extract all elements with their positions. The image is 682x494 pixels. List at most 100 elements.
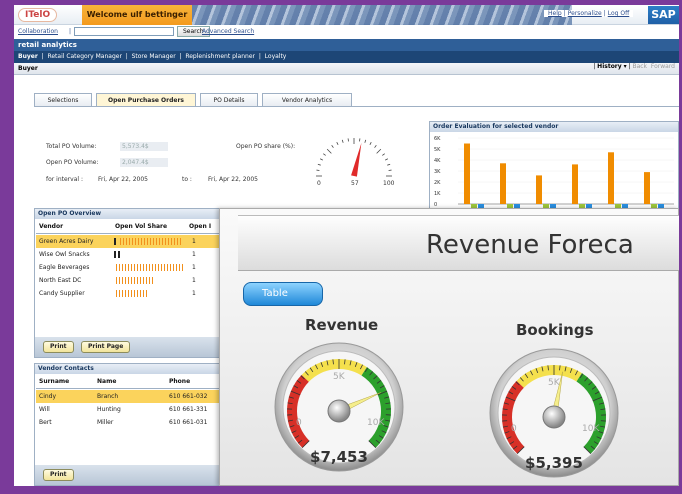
vendor-name: North East DC bbox=[39, 277, 82, 284]
vendor-contacts-panel: Vendor Contacts Surname Name Phone Cindy… bbox=[34, 363, 234, 486]
overview-button-bar: Print Print Page bbox=[35, 337, 233, 357]
search-row: Collaboration | Search Advanced Search bbox=[14, 25, 679, 39]
vendor-name: Candy Supplier bbox=[39, 290, 85, 297]
welcome-banner: Welcome ulf bettinger bbox=[82, 5, 192, 25]
open-vol-share-bar-dark bbox=[114, 251, 123, 258]
total-po-label: Total PO Volume: bbox=[46, 143, 97, 150]
y-tick-label: 2K bbox=[434, 180, 441, 186]
gauge-tick bbox=[369, 141, 372, 145]
open-count: 1 bbox=[192, 251, 196, 258]
open-po-overview-title: Open PO Overview bbox=[35, 209, 233, 219]
contact-row[interactable]: Bert Miller 610 661-031 bbox=[36, 416, 232, 429]
gauge-tick bbox=[331, 145, 334, 148]
contact-phone: 610 661-032 bbox=[169, 393, 208, 400]
vendor-name: Eagle Beverages bbox=[39, 264, 90, 271]
y-tick-label: 5K bbox=[434, 147, 441, 153]
header-decoration bbox=[192, 5, 572, 25]
bookings-gauge: 0 5K 10K $5,395 bbox=[489, 348, 619, 478]
personalize-link[interactable]: Personalize bbox=[568, 10, 602, 17]
revenue-gauge-mid: 5K bbox=[333, 372, 346, 382]
contact-surname: Will bbox=[39, 406, 50, 413]
dashboard-title: Revenue Foreca bbox=[426, 230, 634, 260]
role-nav: Buyer | Retail Category Manager | Store … bbox=[14, 51, 679, 63]
contact-phone: 610 661-331 bbox=[169, 406, 208, 413]
search-input[interactable] bbox=[74, 27, 174, 36]
print-button[interactable]: Print bbox=[43, 341, 74, 353]
open-count: 1 bbox=[192, 264, 196, 271]
contact-surname: Cindy bbox=[39, 393, 57, 400]
page-title-bar: Buyer | History ▾ | Back Forward bbox=[14, 63, 679, 75]
vendor-name: Green Acres Dairy bbox=[39, 238, 94, 245]
gauge-tick bbox=[382, 153, 385, 156]
tab-open-purchase-orders[interactable]: Open Purchase Orders bbox=[96, 93, 196, 107]
vendor-contacts-title: Vendor Contacts bbox=[35, 364, 233, 374]
header-divider bbox=[36, 233, 232, 234]
total-po-value: 5,573.4$ bbox=[120, 142, 168, 151]
gauge-tick bbox=[385, 158, 389, 161]
contacts-header-divider bbox=[36, 388, 232, 389]
table-row[interactable]: North East DC 1 bbox=[36, 274, 232, 287]
col-surname: Surname bbox=[39, 378, 70, 385]
open-po-share-label: Open PO share (%): bbox=[236, 143, 296, 150]
tab-vendor-analytics[interactable]: Vendor Analytics bbox=[262, 93, 352, 107]
bar-1 bbox=[464, 143, 470, 204]
revenue-forecast-dashboard: Revenue Foreca Table Revenue Bookings 0 … bbox=[219, 208, 679, 486]
gauge-tick bbox=[319, 158, 323, 161]
sap-logo: SAP bbox=[648, 6, 679, 24]
contacts-button-bar: Print bbox=[35, 465, 233, 485]
history-link[interactable]: History bbox=[597, 63, 622, 70]
history-nav: | History ▾ | Back Forward bbox=[593, 63, 675, 70]
tab-po-details[interactable]: PO Details bbox=[200, 93, 258, 107]
contact-name: Miller bbox=[97, 419, 114, 426]
nav-item-store-manager[interactable]: Store Manager bbox=[132, 53, 176, 60]
app-title: retail analytics bbox=[14, 39, 679, 51]
table-row[interactable]: Eagle Beverages 1 bbox=[36, 261, 232, 274]
tab-selections[interactable]: Selections bbox=[34, 93, 92, 107]
col-open: Open I bbox=[189, 223, 212, 230]
gauge-min-label: 0 bbox=[317, 180, 321, 187]
help-link[interactable]: Help bbox=[548, 10, 562, 17]
revenue-gauge: 0 5K 10K $7,453 bbox=[274, 342, 404, 472]
dashboard-header: Revenue Foreca bbox=[238, 215, 679, 271]
col-name: Name bbox=[97, 378, 117, 385]
tab-underline bbox=[34, 106, 679, 107]
gauge-tick bbox=[323, 153, 326, 156]
open-count: 1 bbox=[192, 238, 196, 245]
interval-to-label: to : bbox=[182, 176, 192, 183]
contact-row[interactable]: Will Hunting 610 661-331 bbox=[36, 403, 232, 416]
contacts-print-button[interactable]: Print bbox=[43, 469, 74, 481]
gauge-tick bbox=[376, 148, 382, 154]
table-button[interactable]: Table bbox=[243, 282, 323, 306]
nav-item-loyalty[interactable]: Loyalty bbox=[265, 53, 287, 60]
table-row[interactable]: Green Acres Dairy 1 bbox=[36, 235, 232, 248]
vendor-name: Wise Owl Snacks bbox=[39, 251, 90, 258]
logoff-link[interactable]: Log Off bbox=[608, 10, 629, 17]
nav-item-category-manager[interactable]: Retail Category Manager bbox=[47, 53, 121, 60]
gauge-tick bbox=[364, 139, 367, 143]
nav-item-replenishment[interactable]: Replenishment planner bbox=[185, 53, 255, 60]
contact-name: Branch bbox=[97, 393, 119, 400]
y-tick-label: 1K bbox=[434, 191, 441, 197]
forward-link[interactable]: Forward bbox=[651, 63, 675, 70]
advanced-search-link[interactable]: Advanced Search bbox=[202, 28, 254, 35]
gauge-value-label: 57 bbox=[351, 180, 359, 187]
back-link[interactable]: Back bbox=[632, 63, 647, 70]
itelo-logo: ITelO bbox=[18, 8, 58, 22]
open-po-value: 2,047.4$ bbox=[120, 158, 168, 167]
interval-label: for interval : bbox=[46, 176, 83, 183]
collaboration-link[interactable]: Collaboration bbox=[18, 28, 58, 35]
table-row[interactable]: Wise Owl Snacks 1 bbox=[36, 248, 232, 261]
col-open-vol-share: Open Vol Share bbox=[115, 223, 168, 230]
open-vol-share-bar bbox=[119, 238, 183, 245]
nav-item-buyer[interactable]: Buyer bbox=[18, 53, 38, 60]
open-po-share-gauge: 0 57 100 bbox=[316, 138, 395, 187]
open-vol-share-bar bbox=[116, 290, 148, 297]
bookings-gauge-hub bbox=[542, 405, 566, 429]
revenue-gauge-max: 10K bbox=[367, 418, 385, 428]
bar-1 bbox=[644, 172, 650, 204]
interval-from: Fri, Apr 22, 2005 bbox=[98, 176, 148, 183]
contact-row[interactable]: Cindy Branch 610 661-032 bbox=[36, 390, 232, 403]
table-row[interactable]: Candy Supplier 1 bbox=[36, 287, 232, 300]
gauge-tick bbox=[326, 148, 332, 154]
print-page-button[interactable]: Print Page bbox=[81, 341, 131, 353]
